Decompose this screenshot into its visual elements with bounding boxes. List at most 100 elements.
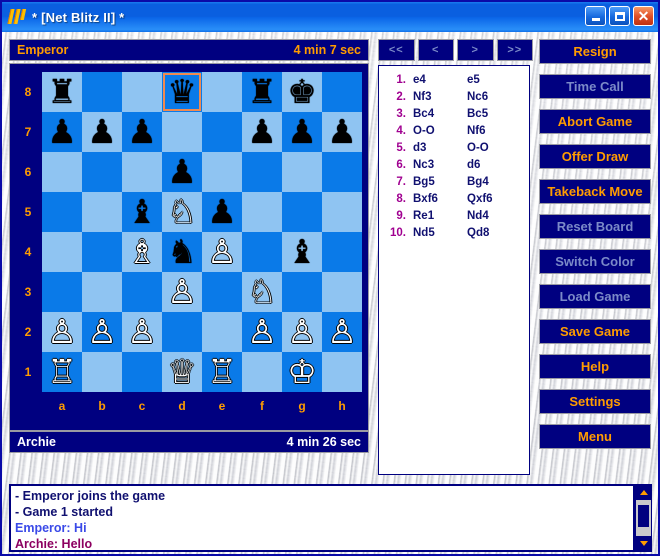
square-c2[interactable]: ♙ <box>122 312 162 352</box>
square-f4[interactable] <box>242 232 282 272</box>
square-b3[interactable] <box>82 272 122 312</box>
square-f8[interactable]: ♜ <box>242 72 282 112</box>
square-f2[interactable]: ♙ <box>242 312 282 352</box>
takeback-move-button[interactable]: Takeback Move <box>539 179 651 204</box>
nav-first[interactable]: << <box>378 39 415 61</box>
black-pawn-a7[interactable]: ♟ <box>47 114 77 150</box>
title-bar[interactable]: * [Net Blitz II] * ✕ <box>2 2 658 32</box>
white-move[interactable]: d3 <box>413 142 467 154</box>
square-d3[interactable]: ♙ <box>162 272 202 312</box>
black-knight-d4[interactable]: ♞ <box>167 234 197 270</box>
move-row[interactable]: 7. Bg5 Bg4 <box>379 173 529 190</box>
scrollbar-thumb[interactable] <box>638 505 649 527</box>
square-c3[interactable] <box>122 272 162 312</box>
square-b4[interactable] <box>82 232 122 272</box>
white-pawn-h2[interactable]: ♙ <box>327 314 357 350</box>
white-move[interactable]: e4 <box>413 74 467 86</box>
square-d5[interactable]: ♘ <box>162 192 202 232</box>
square-d1[interactable]: ♕ <box>162 352 202 392</box>
square-e4[interactable]: ♙ <box>202 232 242 272</box>
white-pawn-d3[interactable]: ♙ <box>167 274 197 310</box>
square-g6[interactable] <box>282 152 322 192</box>
square-e3[interactable] <box>202 272 242 312</box>
square-g5[interactable] <box>282 192 322 232</box>
move-row[interactable]: 8. Bxf6 Qxf6 <box>379 190 529 207</box>
white-knight-d5[interactable]: ♘ <box>167 194 197 230</box>
move-row[interactable]: 4. O-O Nf6 <box>379 122 529 139</box>
nav-last[interactable]: >> <box>496 39 533 61</box>
square-d7[interactable] <box>162 112 202 152</box>
offer-draw-button[interactable]: Offer Draw <box>539 144 651 169</box>
nav-previous[interactable]: < <box>417 39 454 61</box>
square-e8[interactable] <box>202 72 242 112</box>
white-move[interactable]: Nc3 <box>413 159 467 171</box>
square-h3[interactable] <box>322 272 362 312</box>
move-row[interactable]: 6. Nc3 d6 <box>379 156 529 173</box>
square-h4[interactable] <box>322 232 362 272</box>
black-queen-d8[interactable]: ♛ <box>167 74 197 110</box>
white-bishop-c4[interactable]: ♗ <box>127 234 157 270</box>
square-d8[interactable]: ♛ <box>162 72 202 112</box>
white-move[interactable]: Bc4 <box>413 108 467 120</box>
white-queen-d1[interactable]: ♕ <box>167 354 197 390</box>
black-move[interactable]: e5 <box>467 74 521 86</box>
square-b7[interactable]: ♟ <box>82 112 122 152</box>
square-a6[interactable] <box>42 152 82 192</box>
black-pawn-g7[interactable]: ♟ <box>287 114 317 150</box>
white-pawn-c2[interactable]: ♙ <box>127 314 157 350</box>
white-rook-e1[interactable]: ♖ <box>207 354 237 390</box>
white-move[interactable]: Bg5 <box>413 176 467 188</box>
square-h8[interactable] <box>322 72 362 112</box>
square-e2[interactable] <box>202 312 242 352</box>
black-move[interactable]: d6 <box>467 159 521 171</box>
black-move[interactable]: Nd4 <box>467 210 521 222</box>
black-move[interactable]: O-O <box>467 142 521 154</box>
square-a4[interactable] <box>42 232 82 272</box>
white-pawn-g2[interactable]: ♙ <box>287 314 317 350</box>
move-row[interactable]: 10. Nd5 Qd8 <box>379 224 529 241</box>
black-rook-a8[interactable]: ♜ <box>47 74 77 110</box>
move-row[interactable]: 1. e4 e5 <box>379 71 529 88</box>
square-a2[interactable]: ♙ <box>42 312 82 352</box>
save-game-button[interactable]: Save Game <box>539 319 651 344</box>
chat-scrollbar[interactable] <box>635 484 652 552</box>
square-g2[interactable]: ♙ <box>282 312 322 352</box>
black-bishop-c5[interactable]: ♝ <box>127 194 157 230</box>
square-c8[interactable] <box>122 72 162 112</box>
square-g4[interactable]: ♝ <box>282 232 322 272</box>
black-move[interactable]: Nc6 <box>467 91 521 103</box>
square-d2[interactable] <box>162 312 202 352</box>
move-row[interactable]: 9. Re1 Nd4 <box>379 207 529 224</box>
square-h1[interactable] <box>322 352 362 392</box>
square-a1[interactable]: ♖ <box>42 352 82 392</box>
black-move[interactable]: Qxf6 <box>467 193 521 205</box>
square-b1[interactable] <box>82 352 122 392</box>
square-d4[interactable]: ♞ <box>162 232 202 272</box>
chess-board[interactable]: 87654321 ♜ ♛ ♜ ♚ ♟ ♟ ♟ ♟ ♟ ♟ ♟ ♝ ♘ ♟ ♗ ♞ ♙ ♝ ♙ ♘ ♙ ♙ ♙ ♙ ♙ ♙ ♖ ♕ ♖ ♔ … <box>9 63 369 431</box>
black-move[interactable]: Nf6 <box>467 125 521 137</box>
white-knight-f3[interactable]: ♘ <box>247 274 277 310</box>
white-move[interactable]: O-O <box>413 125 467 137</box>
white-move[interactable]: Re1 <box>413 210 467 222</box>
menu-button[interactable]: Menu <box>539 424 651 449</box>
chat-log[interactable]: - Emperor joins the game - Game 1 started… <box>9 484 635 552</box>
black-pawn-d6[interactable]: ♟ <box>167 154 197 190</box>
black-move[interactable]: Bc5 <box>467 108 521 120</box>
square-g7[interactable]: ♟ <box>282 112 322 152</box>
white-pawn-e4[interactable]: ♙ <box>207 234 237 270</box>
white-pawn-f2[interactable]: ♙ <box>247 314 277 350</box>
square-h6[interactable] <box>322 152 362 192</box>
scroll-up-button[interactable] <box>636 485 651 500</box>
square-h7[interactable]: ♟ <box>322 112 362 152</box>
white-pawn-b2[interactable]: ♙ <box>87 314 117 350</box>
black-pawn-h7[interactable]: ♟ <box>327 114 357 150</box>
square-e6[interactable] <box>202 152 242 192</box>
help-button[interactable]: Help <box>539 354 651 379</box>
square-a8[interactable]: ♜ <box>42 72 82 112</box>
square-c5[interactable]: ♝ <box>122 192 162 232</box>
square-b6[interactable] <box>82 152 122 192</box>
black-king-g8[interactable]: ♚ <box>287 74 317 110</box>
square-b5[interactable] <box>82 192 122 232</box>
white-pawn-a2[interactable]: ♙ <box>47 314 77 350</box>
square-a5[interactable] <box>42 192 82 232</box>
